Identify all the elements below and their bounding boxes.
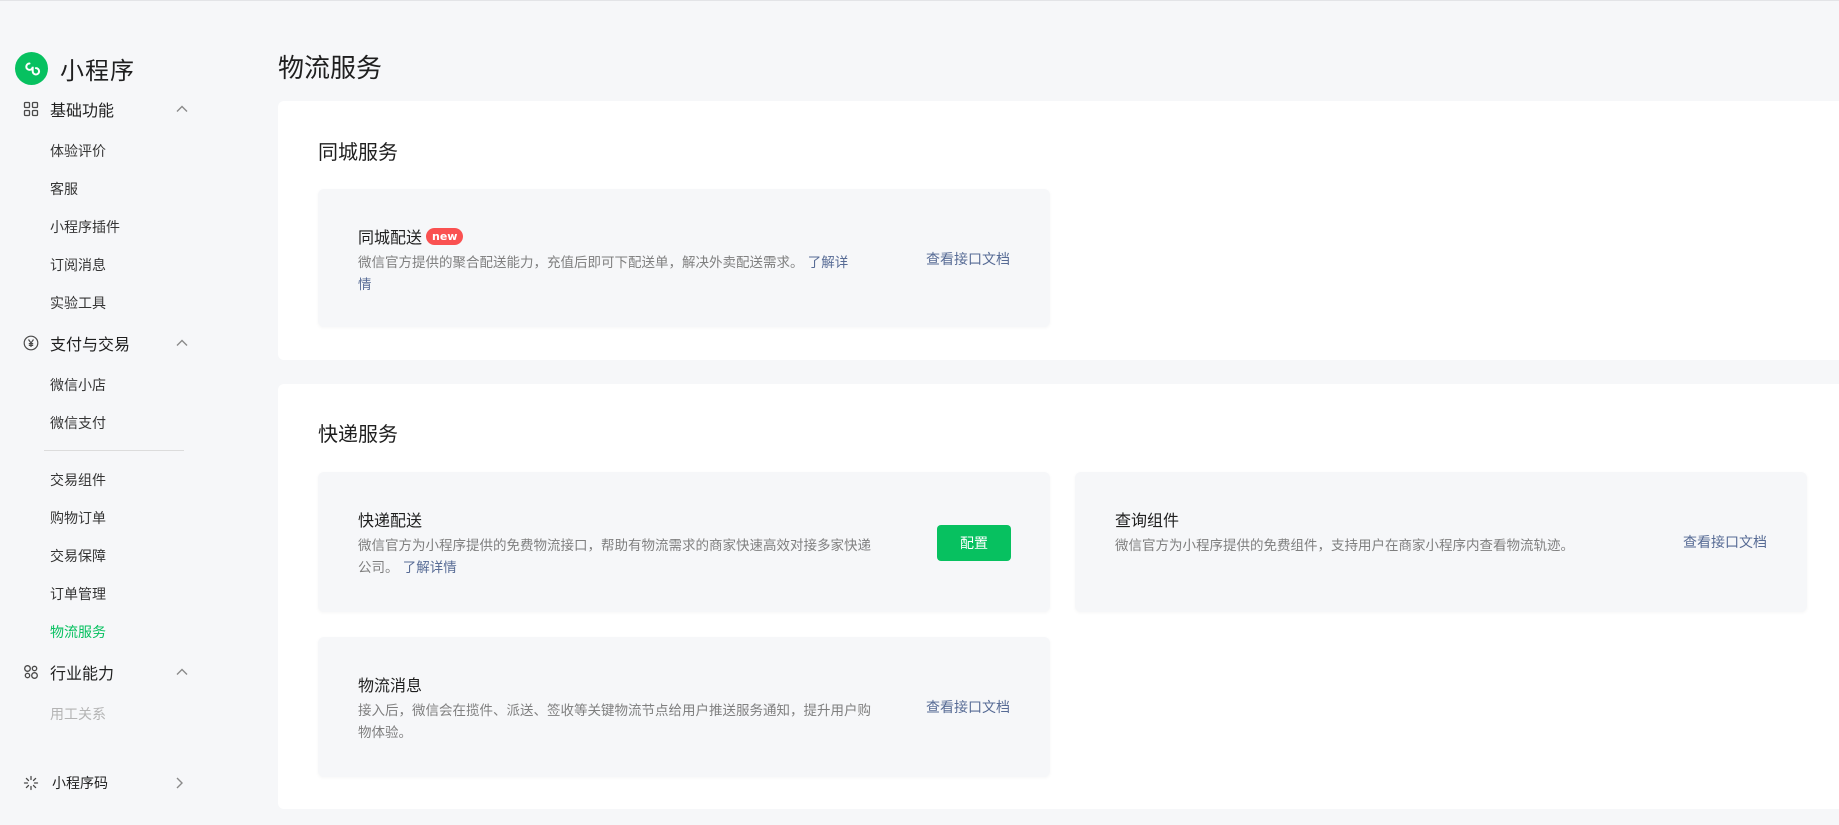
city-delivery-title: 同城配送	[358, 228, 423, 247]
sidebar-item-customer-service[interactable]: 客服	[50, 179, 78, 199]
sidebar-item-trade-components[interactable]: 交易组件	[50, 470, 106, 490]
query-component-card: 查询组件 微信官方为小程序提供的免费组件，支持用户在商家小程序内查看物流轨迹。 …	[1075, 472, 1807, 612]
learn-more-link[interactable]: 了解详情	[403, 560, 457, 576]
sidebar-item-weixin-pay[interactable]: 微信支付	[50, 413, 106, 433]
nav-group-label: 行业能力	[50, 664, 115, 683]
nav-group-label: 支付与交易	[50, 335, 131, 354]
nav-group-qrcode-header[interactable]: 小程序码	[0, 769, 200, 797]
city-delivery-card: 同城配送 new 微信官方提供的聚合配送能力，充值后即可下配送单，解决外卖配送需…	[318, 189, 1050, 327]
view-api-doc-link[interactable]: 查看接口文档	[1683, 532, 1767, 552]
view-api-doc-link[interactable]: 查看接口文档	[926, 249, 1010, 269]
city-delivery-title-row: 同城配送 new	[358, 224, 464, 248]
express-delivery-card: 快递配送 微信官方为小程序提供的免费物流接口，帮助有物流需求的商家快速高效对接多…	[318, 472, 1050, 612]
miniprogram-logo-icon	[15, 52, 48, 85]
configure-button[interactable]: 配置	[937, 525, 1011, 561]
logistics-message-title: 物流消息	[358, 676, 423, 695]
qrcode-icon	[22, 774, 40, 792]
express-service-title: 快递服务	[318, 422, 398, 446]
logistics-message-card: 物流消息 接入后，微信会在揽件、派送、签收等关键物流节点给用户推送服务通知，提升…	[318, 637, 1050, 777]
sidebar: 小程序 基础功能 体验评价 客服 小程序插件 订阅消息 实验工具 支付与交易 微…	[0, 1, 230, 825]
city-delivery-desc-text: 微信官方提供的聚合配送能力，充值后即可下配送单，解决外卖配送需求。	[358, 255, 804, 271]
sidebar-item-trade-guarantee[interactable]: 交易保障	[50, 546, 106, 566]
sidebar-item-shopping-orders[interactable]: 购物订单	[50, 508, 106, 528]
logistics-message-desc: 接入后，微信会在揽件、派送、签收等关键物流节点给用户推送服务通知，提升用户购物体…	[358, 703, 871, 741]
sidebar-item-plugins[interactable]: 小程序插件	[50, 217, 120, 237]
page-title: 物流服务	[278, 54, 383, 84]
nav-group-label: 小程序码	[52, 776, 108, 792]
chevron-up-icon[interactable]	[175, 336, 189, 350]
sidebar-item-experience-review[interactable]: 体验评价	[50, 141, 106, 161]
city-service-title: 同城服务	[318, 140, 398, 164]
city-delivery-desc: 微信官方提供的聚合配送能力，充值后即可下配送单，解决外卖配送需求。 了解详情	[358, 252, 858, 296]
view-api-doc-link[interactable]: 查看接口文档	[926, 697, 1010, 717]
chevron-up-icon[interactable]	[175, 665, 189, 679]
nav-group-basic: 基础功能	[0, 95, 200, 123]
sidebar-item-experiment-tools[interactable]: 实验工具	[50, 293, 106, 313]
sidebar-item-order-management[interactable]: 订单管理	[50, 584, 106, 604]
sidebar-item-employment-relations[interactable]: 用工关系	[50, 704, 106, 724]
nav-group-qrcode: 小程序码	[0, 769, 200, 797]
express-delivery-desc: 微信官方为小程序提供的免费物流接口，帮助有物流需求的商家快速高效对接多家快递公司…	[358, 535, 878, 579]
app-logo[interactable]: 小程序	[15, 51, 135, 86]
nav-group-payment: 支付与交易	[0, 329, 200, 357]
grid-icon	[22, 100, 40, 118]
city-service-panel: 同城服务 同城配送 new 微信官方提供的聚合配送能力，充值后即可下配送单，解决…	[278, 101, 1839, 360]
nav-group-label: 基础功能	[50, 101, 115, 120]
industry-icon	[22, 663, 40, 681]
query-component-desc: 微信官方为小程序提供的免费组件，支持用户在商家小程序内查看物流轨迹。	[1115, 538, 1574, 554]
nav-group-payment-header[interactable]: 支付与交易	[0, 329, 200, 357]
express-service-panel: 快递服务 快递配送 微信官方为小程序提供的免费物流接口，帮助有物流需求的商家快速…	[278, 384, 1839, 809]
express-delivery-title: 快递配送	[358, 511, 423, 530]
sidebar-item-subscribe-messages[interactable]: 订阅消息	[50, 255, 106, 275]
sidebar-item-logistics-service[interactable]: 物流服务	[50, 622, 106, 642]
nav-group-industry-header[interactable]: 行业能力	[0, 658, 200, 686]
app-name: 小程序	[60, 57, 135, 85]
nav-group-industry: 行业能力	[0, 658, 200, 686]
sidebar-item-weixin-shop[interactable]: 微信小店	[50, 375, 106, 395]
chevron-up-icon[interactable]	[175, 102, 189, 116]
yen-icon	[22, 334, 40, 352]
query-component-title: 查询组件	[1115, 511, 1180, 530]
sidebar-divider	[44, 450, 184, 451]
new-badge: new	[426, 227, 464, 245]
nav-group-basic-header[interactable]: 基础功能	[0, 95, 200, 123]
chevron-right-icon[interactable]	[172, 776, 186, 790]
